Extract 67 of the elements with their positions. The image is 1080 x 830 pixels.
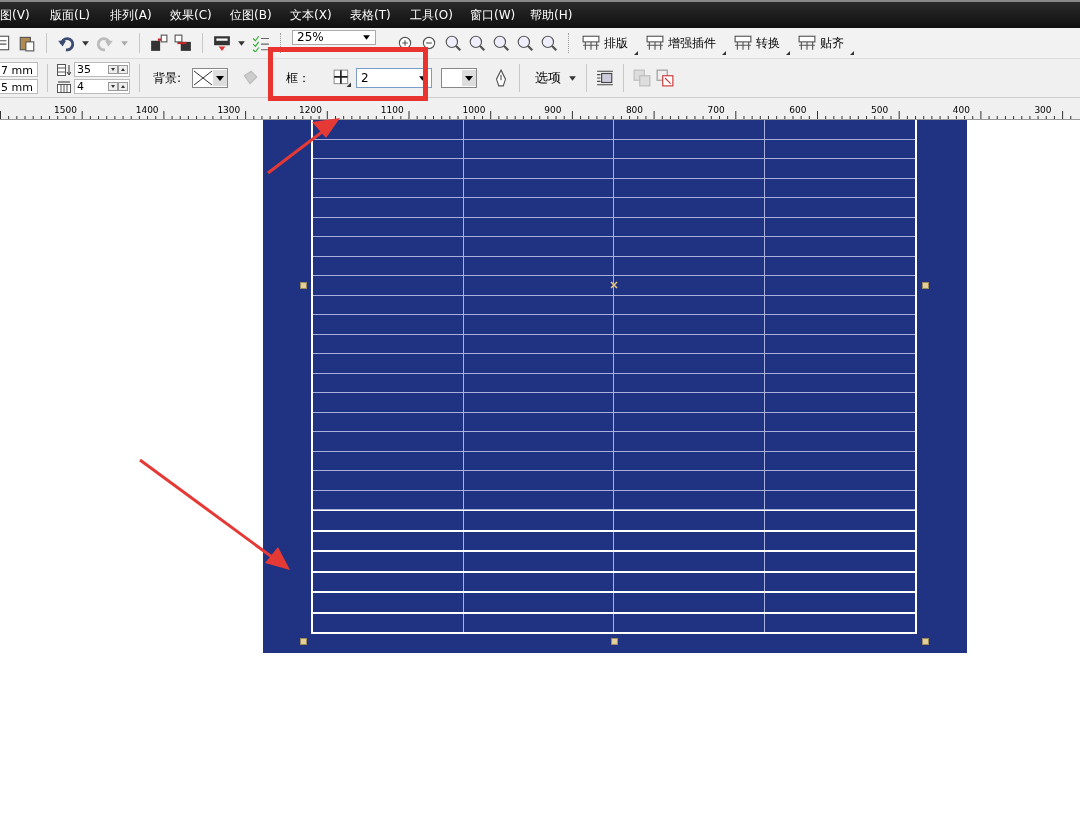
magnifier-icon[interactable] [516,34,534,52]
ruler-label: 900 [544,105,562,115]
ruler-label: 300 [1034,105,1052,115]
border-width-combobox[interactable]: 2 [356,68,433,88]
magnifier-icon[interactable] [492,34,510,52]
corner-triangle-icon [786,51,790,55]
center-mark-icon [610,281,618,289]
zoom-combobox[interactable]: 25% [292,30,376,45]
border-grid-icon[interactable] [333,69,352,87]
selection-handle[interactable] [611,638,618,645]
dropdown-arrow-icon[interactable] [568,73,578,83]
plugin-button[interactable]: 转换 [732,31,790,55]
magnifier-icon[interactable] [444,34,462,52]
selection-handle[interactable] [922,638,929,645]
corner-triangle-icon [850,51,854,55]
paste-icon[interactable] [18,34,36,52]
table-icon [734,34,752,52]
zoom-out-icon[interactable] [420,34,438,52]
ruler-label: 800 [625,105,644,115]
table-icon [582,34,600,52]
split-cells-icon[interactable] [656,69,675,87]
plugin-button[interactable]: 贴齐 [796,31,854,55]
publish-icon[interactable] [213,34,231,52]
ruler-label: 600 [789,105,807,115]
ruler-label: 1200 [299,105,322,115]
options-button[interactable]: 选项 [533,69,564,87]
ruler-label: 1300 [217,105,241,115]
redo-icon [96,34,114,52]
merge-cells-icon [633,69,652,87]
ruler-label: 1100 [380,105,404,115]
selection-handle[interactable] [922,282,929,289]
fill-icon [241,69,260,87]
wrap-text-icon[interactable] [596,69,615,87]
checklist-icon[interactable] [252,34,270,52]
background-label: 背景: [153,69,182,87]
dropdown-arrow-icon[interactable] [362,33,371,42]
columns-icon [57,80,71,93]
columns-spinner[interactable]: 4 [74,79,130,94]
table-icon [798,34,816,52]
import-icon[interactable] [150,34,168,52]
selection-handle[interactable] [300,638,307,645]
magnifier-icon[interactable] [540,34,558,52]
ruler-label: 1000 [462,105,486,115]
dropdown-arrow-icon[interactable] [237,38,246,48]
ruler-label: 1400 [135,105,159,115]
rows-spinner[interactable]: 35 [74,62,130,77]
rows-icon [57,63,71,76]
ruler-label: 500 [871,105,889,115]
ruler-label: 400 [952,105,970,115]
ruler-label: 700 [707,105,725,115]
dropdown-arrow-icon [120,38,129,48]
export-icon[interactable] [174,34,192,52]
ruler-label: 1500 [54,105,77,115]
selection-handle[interactable] [300,282,307,289]
border-label: 框： [286,69,311,87]
width-field[interactable]: 7 mm [0,62,38,77]
undo-icon[interactable] [57,34,75,52]
magnifier-icon[interactable] [468,34,486,52]
plugin-button[interactable]: 排版 [580,31,638,55]
height-field[interactable]: 5 mm [0,79,38,94]
dropdown-arrow-icon[interactable] [81,38,90,48]
corner-triangle-icon [722,51,726,55]
plugin-button[interactable]: 增强插件 [644,31,726,55]
table-icon [646,34,664,52]
border-color-picker[interactable] [441,68,478,88]
background-color-picker[interactable] [192,68,229,88]
corner-triangle-icon [634,51,638,55]
